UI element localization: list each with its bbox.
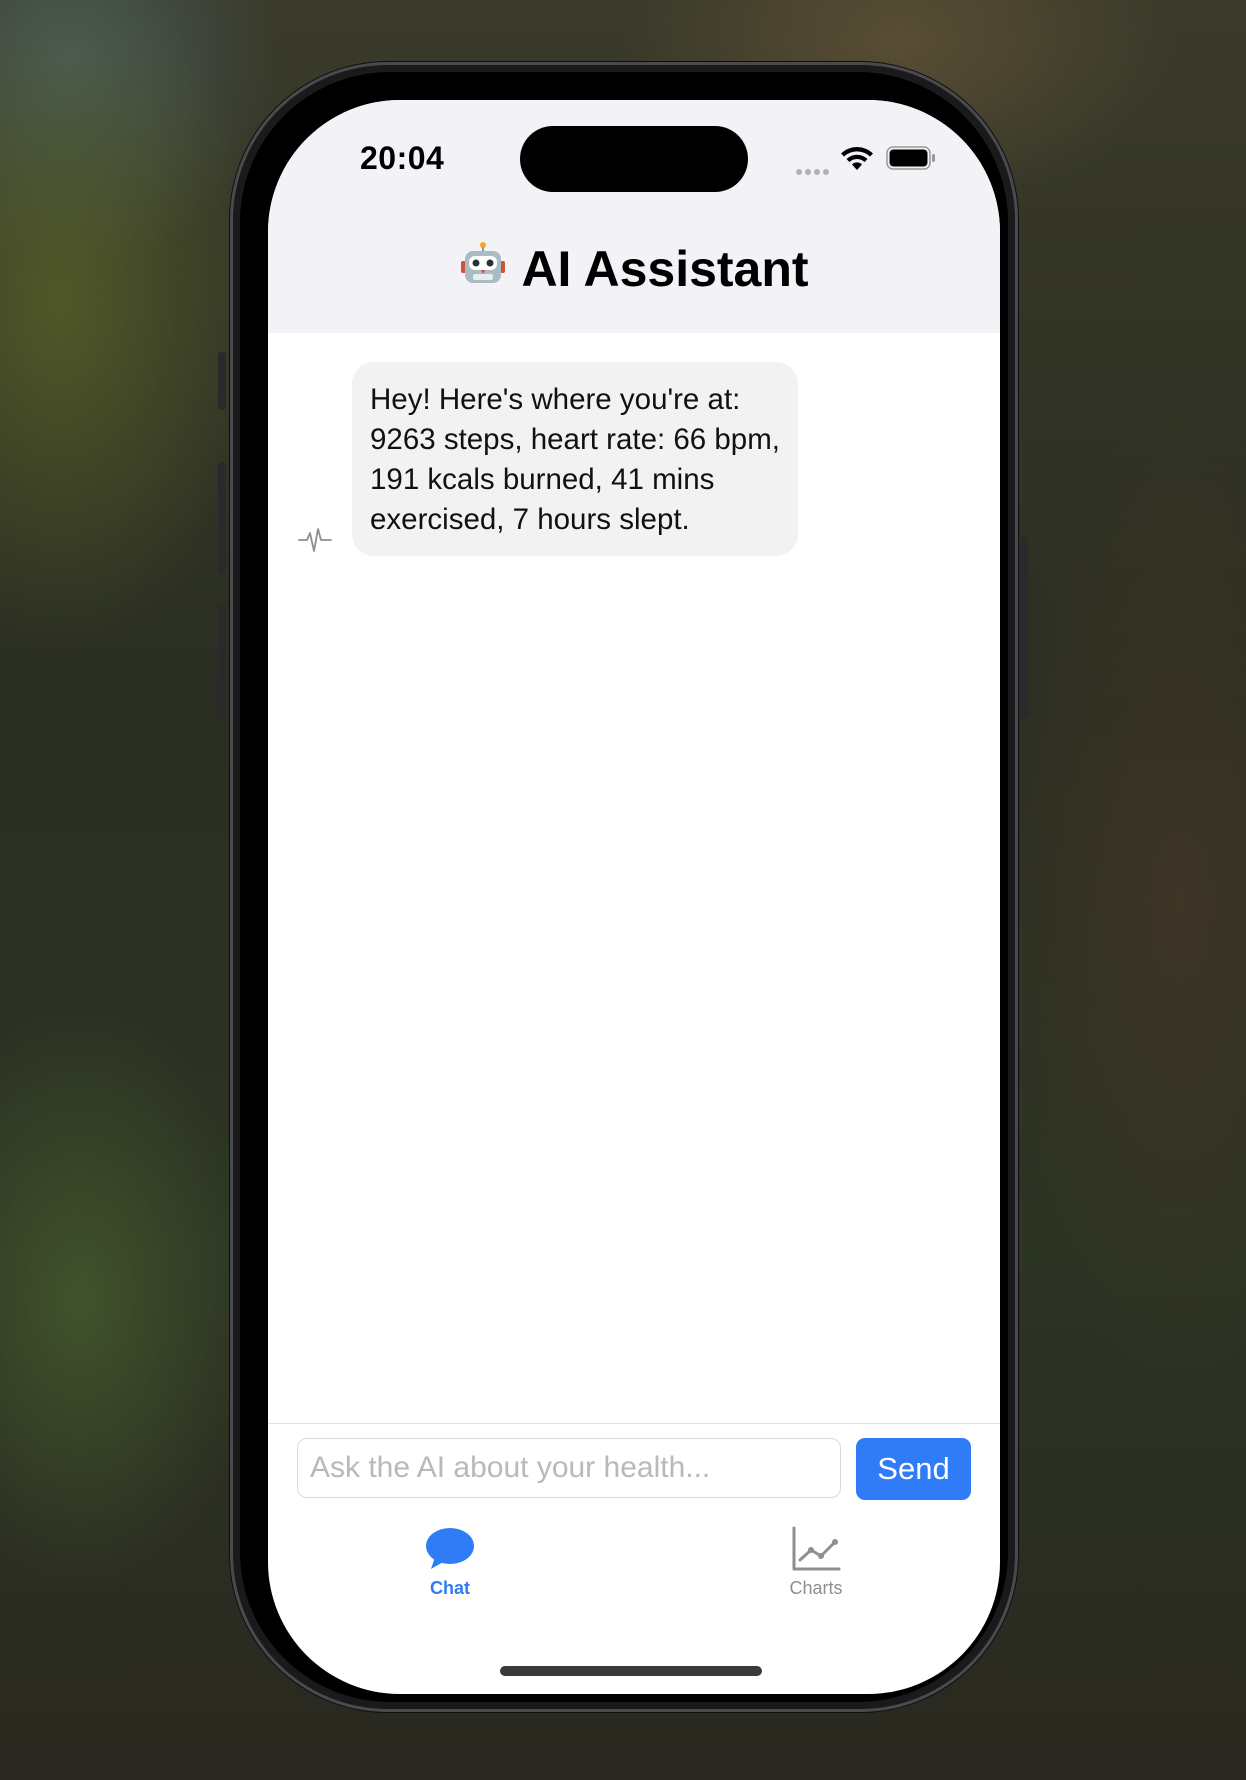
volume-up-button bbox=[218, 462, 226, 574]
home-indicator[interactable] bbox=[500, 1666, 762, 1676]
heart-pulse-icon bbox=[298, 528, 332, 552]
message-input[interactable] bbox=[297, 1438, 841, 1498]
phone-bezel: 20:04 AI Assistant Hey! Here's where you… bbox=[240, 72, 1008, 1702]
status-time: 20:04 bbox=[360, 140, 445, 176]
robot-icon bbox=[461, 241, 506, 283]
dynamic-island bbox=[520, 126, 748, 192]
phone-frame: 20:04 AI Assistant Hey! Here's where you… bbox=[218, 62, 1028, 1712]
tab-chat[interactable]: Chat bbox=[380, 1526, 520, 1599]
volume-down-button bbox=[218, 604, 226, 716]
action-button bbox=[218, 352, 226, 410]
page-title-text: AI Assistant bbox=[521, 240, 809, 297]
tab-charts-label: Charts bbox=[789, 1578, 843, 1598]
line-chart-icon bbox=[792, 1526, 841, 1571]
assistant-message-bubble: Hey! Here's where you're at: 9263 steps,… bbox=[352, 362, 798, 556]
navigation-header: 20:04 AI Assistant bbox=[268, 100, 1000, 333]
screen: 20:04 AI Assistant Hey! Here's where you… bbox=[268, 100, 1000, 1694]
wifi-icon bbox=[841, 147, 873, 170]
cellular-signal-icon bbox=[796, 162, 832, 175]
composer-divider bbox=[268, 1423, 1000, 1424]
chat-area[interactable]: Hey! Here's where you're at: 9263 steps,… bbox=[268, 333, 1000, 1423]
tab-chat-label: Chat bbox=[430, 1578, 470, 1598]
chat-bubble-icon bbox=[426, 1528, 474, 1569]
battery-icon bbox=[886, 146, 935, 170]
tab-charts[interactable]: Charts bbox=[746, 1526, 886, 1599]
send-button[interactable]: Send bbox=[856, 1438, 971, 1500]
power-button bbox=[1020, 537, 1028, 717]
page-title: AI Assistant bbox=[268, 236, 1000, 298]
